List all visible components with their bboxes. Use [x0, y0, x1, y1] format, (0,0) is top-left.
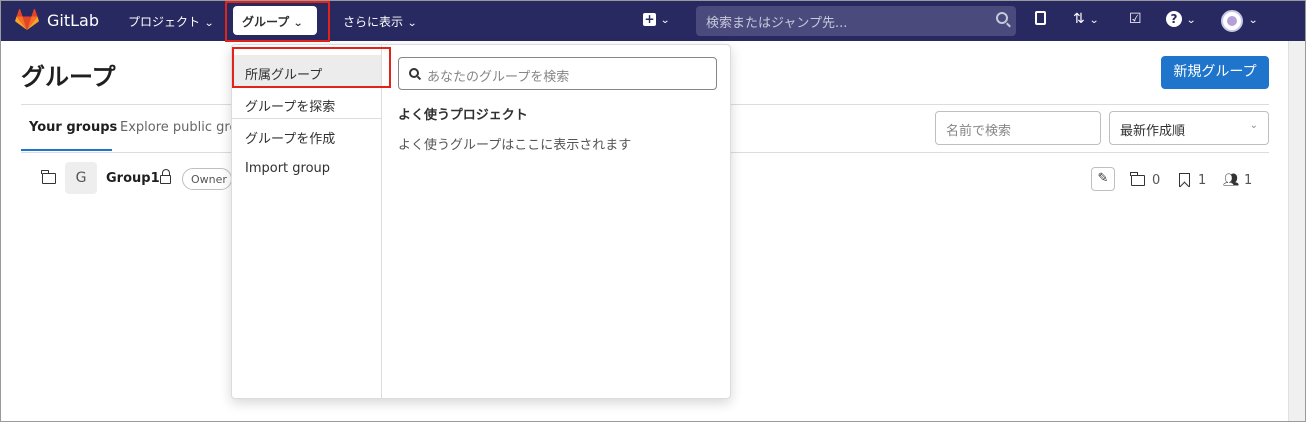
projects-menu-label: プロジェクト — [128, 15, 201, 29]
issues-icon[interactable] — [1035, 11, 1046, 29]
group-search-input[interactable]: あなたのグループを検索 — [398, 57, 717, 90]
group-name-link[interactable]: Group1 — [106, 171, 160, 186]
edit-group-button[interactable]: ✎ — [1091, 167, 1115, 191]
group-avatar[interactable]: G — [65, 162, 97, 194]
projects-menu[interactable]: プロジェクト ⌄ — [128, 13, 215, 30]
chevron-down-icon: ⌄ — [1186, 15, 1197, 26]
chevron-down-icon: ⌄ — [204, 18, 215, 29]
tab-your-groups[interactable]: Your groups — [29, 120, 117, 135]
subgroups-count: 0 — [1152, 173, 1161, 188]
more-menu-label: さらに表示 — [343, 15, 404, 29]
bookmark-icon — [1179, 173, 1190, 187]
search-icon — [996, 12, 1008, 24]
sort-select-value: 最新作成順 — [1120, 124, 1186, 139]
chevron-down-icon: ⌄ — [660, 15, 671, 26]
global-search-input[interactable]: 検索またはジャンプ先... — [696, 6, 1016, 36]
gitlab-logo-icon[interactable] — [15, 9, 39, 31]
filter-by-name-input[interactable]: 名前で検索 — [935, 111, 1101, 145]
more-menu[interactable]: さらに表示 ⌄ — [343, 13, 418, 30]
chevron-down-icon[interactable]: ⌄ — [1248, 11, 1258, 27]
user-avatar[interactable] — [1221, 10, 1243, 32]
highlight-box-groups-menu — [225, 1, 330, 42]
vertical-scrollbar[interactable] — [1288, 41, 1305, 421]
merge-request-icon[interactable]: ⇅ ⌄ — [1073, 11, 1099, 27]
pencil-icon: ✎ — [1097, 171, 1109, 186]
subgroups-folder-icon — [1130, 172, 1145, 186]
todo-icon[interactable]: ☑ — [1129, 11, 1142, 27]
lock-icon — [160, 169, 171, 184]
new-group-button[interactable]: 新規グループ — [1161, 56, 1269, 89]
groups-dropdown-menu: 所属グループ グループを探索 グループを作成 Import group あなたの… — [231, 44, 731, 399]
frequent-heading: よく使うプロジェクト — [398, 108, 528, 123]
sort-select[interactable]: 最新作成順 ⌄ — [1109, 111, 1269, 145]
menu-item-explore-groups[interactable]: グループを探索 — [232, 87, 381, 119]
active-tab-indicator — [21, 149, 112, 151]
chevron-down-icon: ⌄ — [407, 18, 418, 29]
tab-explore-public-groups[interactable]: Explore public grou — [120, 120, 246, 135]
plus-square-icon[interactable]: + ⌄ — [643, 11, 671, 27]
dropdown-nav-list: 所属グループ グループを探索 グループを作成 Import group — [232, 45, 382, 398]
projects-count: 1 — [1198, 173, 1207, 188]
browser-frame: GitLab プロジェクト ⌄ グループ ⌄ さらに表示 ⌄ + ⌄ 検索またはジャンプ… — [0, 0, 1306, 422]
menu-item-create-group[interactable]: グループを作成 — [232, 119, 381, 151]
group-search-placeholder: あなたのグループを検索 — [427, 70, 570, 85]
menu-item-import-group[interactable]: Import group — [232, 152, 381, 184]
members-count: 1 — [1244, 173, 1253, 188]
page-title: グループ — [21, 63, 116, 91]
users-icon: 👥︎ — [1223, 173, 1240, 188]
help-icon[interactable]: ? ⌄ — [1166, 11, 1197, 27]
chevron-down-icon: ⌄ — [1088, 15, 1099, 26]
highlight-box-your-groups — [232, 47, 391, 88]
top-navbar: GitLab プロジェクト ⌄ グループ ⌄ さらに表示 ⌄ + ⌄ 検索またはジャンプ… — [1, 1, 1305, 42]
folder-icon — [41, 170, 56, 184]
search-icon — [409, 68, 419, 78]
frequent-empty-text: よく使うグループはここに表示されます — [398, 138, 632, 153]
chevron-down-icon: ⌄ — [1249, 120, 1258, 131]
brand-name[interactable]: GitLab — [47, 11, 99, 30]
role-badge: Owner — [182, 168, 232, 190]
